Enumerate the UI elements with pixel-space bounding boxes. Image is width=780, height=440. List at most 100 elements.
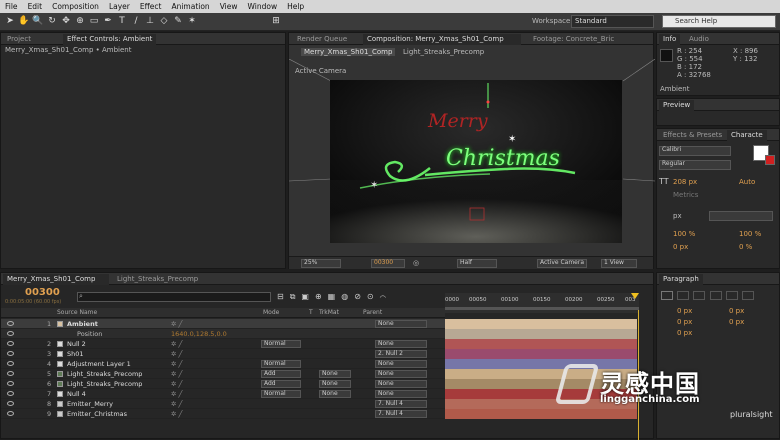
- tab-paragraph[interactable]: Paragraph: [659, 274, 703, 285]
- parent-dropdown[interactable]: None: [375, 390, 427, 398]
- visibility-eye-icon[interactable]: [7, 381, 14, 386]
- layer-switches[interactable]: ✲ ╱: [171, 359, 182, 369]
- tab-preview[interactable]: Preview: [659, 100, 695, 111]
- visibility-eye-icon[interactable]: [7, 411, 14, 416]
- clone-tool-icon[interactable]: ⊥: [144, 15, 156, 28]
- menu-effect[interactable]: Effect: [135, 2, 167, 11]
- timeline-layer-row[interactable]: 7 Null 4 ✲ ╱ Normal None None: [1, 389, 445, 399]
- layer-name[interactable]: Emitter_Christmas: [67, 409, 127, 419]
- menu-file[interactable]: File: [0, 2, 23, 11]
- parent-dropdown[interactable]: 7. Null 4: [375, 410, 427, 418]
- layer-name[interactable]: Null 2: [67, 339, 86, 349]
- timeline-layer-row[interactable]: Position 1640.0,128.5,0.0: [1, 329, 445, 339]
- layer-duration-bar[interactable]: [445, 349, 637, 359]
- visibility-eye-icon[interactable]: [7, 341, 14, 346]
- column-mode[interactable]: Mode: [263, 309, 279, 316]
- rotate-tool-icon[interactable]: ↻: [46, 15, 58, 28]
- kerning-value[interactable]: Metrics: [673, 191, 698, 199]
- menu-help[interactable]: Help: [282, 2, 309, 11]
- column-t[interactable]: T: [309, 309, 313, 316]
- layer-switches[interactable]: ✲ ╱: [171, 369, 182, 379]
- font-size-value[interactable]: 208 px: [673, 178, 697, 186]
- timeline-switches-toolbar[interactable]: ⊟⧉▣⊕▦◍⊘⊙⌒: [277, 292, 437, 304]
- visibility-eye-icon[interactable]: [7, 401, 14, 406]
- align-icon[interactable]: ⊞: [270, 15, 282, 28]
- timeline-layer-row[interactable]: 2 Null 2 ✲ ╱ Normal None: [1, 339, 445, 349]
- brush-tool-icon[interactable]: /: [130, 15, 142, 28]
- parent-dropdown[interactable]: None: [375, 320, 427, 328]
- layer-switches[interactable]: ✲ ╱: [171, 379, 182, 389]
- font-family-dropdown[interactable]: Calibri: [659, 146, 731, 156]
- resolution-dropdown[interactable]: Half: [457, 259, 497, 268]
- layer-switches[interactable]: ✲ ╱: [171, 409, 182, 419]
- layer-name[interactable]: Light_Streaks_Precomp: [67, 379, 142, 389]
- blend-mode-dropdown[interactable]: Normal: [261, 360, 301, 368]
- layer-switches[interactable]: ✲ ╱: [171, 399, 182, 409]
- stroke-width-value[interactable]: px: [673, 212, 682, 220]
- horizontal-scale-value[interactable]: 100 %: [739, 230, 761, 238]
- layer-switches[interactable]: ✲ ╱: [171, 349, 182, 359]
- menu-composition[interactable]: Composition: [47, 2, 104, 11]
- indent-left-value[interactable]: 0 px: [677, 307, 692, 315]
- justify-all-icon[interactable]: [742, 291, 755, 300]
- visibility-eye-icon[interactable]: [7, 391, 14, 396]
- pen-tool-icon[interactable]: ✒: [102, 15, 114, 28]
- tab-timeline-main[interactable]: Merry_Xmas_Sh01_Comp: [3, 274, 109, 285]
- layer-duration-bar[interactable]: [445, 329, 637, 339]
- alignment-buttons[interactable]: [661, 291, 771, 301]
- menu-edit[interactable]: Edit: [23, 2, 48, 11]
- column-parent[interactable]: Parent: [363, 309, 382, 316]
- tsume-value[interactable]: 0 %: [739, 243, 752, 251]
- parent-dropdown[interactable]: 2. Null 2: [375, 350, 427, 358]
- time-ruler[interactable]: 0000 00050 00100 00150 00200 00250 003: [445, 293, 639, 313]
- menu-animation[interactable]: Animation: [166, 2, 214, 11]
- visibility-eye-icon[interactable]: [7, 361, 14, 366]
- workspace-select[interactable]: Standard: [571, 15, 654, 28]
- timeline-layer-row[interactable]: 8 Emitter_Merry ✲ ╱ 7. Null 4: [1, 399, 445, 409]
- position-value[interactable]: 1640.0,128.5,0.0: [171, 329, 227, 339]
- stroke-color-swatch[interactable]: [765, 155, 775, 165]
- align-left-icon[interactable]: [661, 291, 673, 300]
- tab-footage[interactable]: Footage: Concrete_Bric: [529, 34, 618, 45]
- camera-tool-icon[interactable]: ✥: [60, 15, 72, 28]
- justify-center-icon[interactable]: [725, 291, 738, 300]
- stroke-type-dropdown[interactable]: [709, 211, 773, 221]
- parent-dropdown[interactable]: None: [375, 340, 427, 348]
- layer-switches[interactable]: ✲ ╱: [171, 389, 182, 399]
- font-style-dropdown[interactable]: Regular: [659, 160, 731, 170]
- baseline-shift-value[interactable]: 0 px: [673, 243, 688, 251]
- layer-name[interactable]: Emitter_Merry: [67, 399, 113, 409]
- align-center-icon[interactable]: [677, 291, 690, 300]
- search-help-input[interactable]: Search Help: [662, 15, 776, 28]
- subtab-precomp[interactable]: Light_Streaks_Precomp: [403, 48, 484, 56]
- parent-dropdown[interactable]: 7. Null 4: [375, 400, 427, 408]
- trkmat-dropdown[interactable]: None: [319, 370, 351, 378]
- tab-render-queue[interactable]: Render Queue: [293, 34, 351, 45]
- align-right-icon[interactable]: [693, 291, 706, 300]
- leading-value[interactable]: Auto: [739, 178, 755, 186]
- timeline-timecode[interactable]: 00300: [25, 287, 60, 298]
- indent-right-value[interactable]: 0 px: [729, 307, 744, 315]
- tab-timeline-precomp[interactable]: Light_Streaks_Precomp: [113, 274, 202, 285]
- zoom-tool-icon[interactable]: 🔍: [32, 15, 44, 28]
- layer-switches[interactable]: ✲ ╱: [171, 319, 182, 329]
- indent-first-value[interactable]: 0 px: [677, 318, 692, 326]
- menu-view[interactable]: View: [215, 2, 243, 11]
- tab-info[interactable]: Info: [659, 34, 681, 45]
- layer-switches[interactable]: ✲ ╱: [171, 339, 182, 349]
- column-source-name[interactable]: Source Name: [57, 309, 97, 316]
- blend-mode-dropdown[interactable]: Add: [261, 370, 301, 378]
- column-trkmat[interactable]: TrkMat: [319, 309, 339, 316]
- tab-character[interactable]: Characte: [727, 130, 767, 141]
- eraser-tool-icon[interactable]: ◇: [158, 15, 170, 28]
- menu-layer[interactable]: Layer: [104, 2, 135, 11]
- parent-dropdown[interactable]: None: [375, 370, 427, 378]
- tab-effects-presets[interactable]: Effects & Presets: [659, 130, 726, 141]
- visibility-eye-icon[interactable]: [7, 351, 14, 356]
- space-before-value[interactable]: 0 px: [729, 318, 744, 326]
- space-after-value[interactable]: 0 px: [677, 329, 692, 337]
- tab-composition[interactable]: Composition: Merry_Xmas_Sh01_Comp: [363, 34, 521, 45]
- snapshot-icon[interactable]: ◎: [413, 259, 419, 267]
- timeline-layer-row[interactable]: 4 Adjustment Layer 1 ✲ ╱ Normal None: [1, 359, 445, 369]
- roto-brush-icon[interactable]: ✎: [172, 15, 184, 28]
